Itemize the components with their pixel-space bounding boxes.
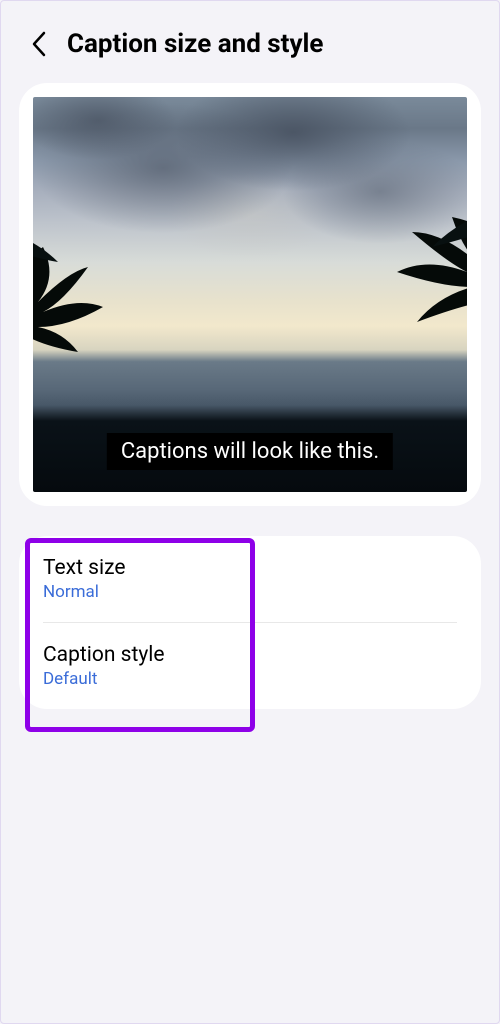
setting-value: Default <box>43 669 457 689</box>
setting-label: Caption style <box>43 643 457 667</box>
setting-value: Normal <box>43 582 457 602</box>
caption-preview-text: Captions will look like this. <box>107 433 393 470</box>
palm-tree-decoration <box>357 207 467 437</box>
palm-tree-decoration <box>33 232 128 422</box>
page-title: Caption size and style <box>67 29 323 59</box>
preview-image: Captions will look like this. <box>33 97 467 492</box>
header: Caption size and style <box>9 9 491 83</box>
caption-style-setting[interactable]: Caption style Default <box>19 623 481 709</box>
settings-card: Text size Normal Caption style Default <box>19 536 481 709</box>
text-size-setting[interactable]: Text size Normal <box>19 536 481 622</box>
chevron-left-icon <box>30 30 48 58</box>
caption-preview-card: Captions will look like this. <box>19 83 481 506</box>
setting-label: Text size <box>43 556 457 580</box>
back-button[interactable] <box>25 30 53 58</box>
